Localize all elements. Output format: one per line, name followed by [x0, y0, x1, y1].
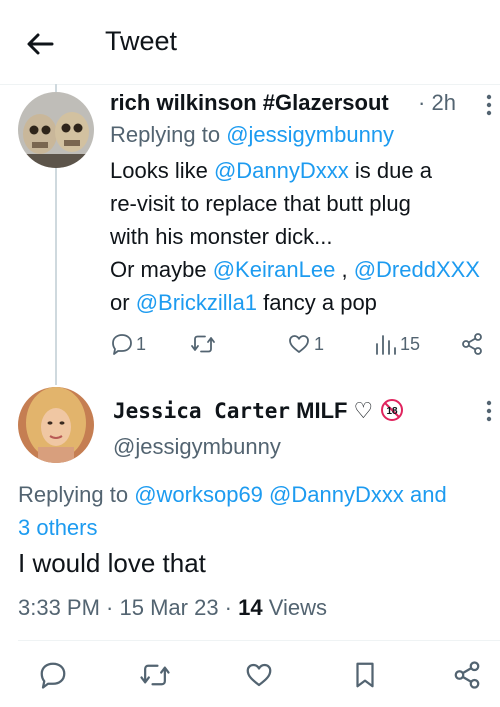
like-button[interactable] [244, 660, 278, 694]
avatar[interactable] [18, 387, 94, 463]
tweet-text-line: with his monster dick... [110, 224, 333, 249]
share-icon [454, 661, 480, 689]
others-link[interactable]: 3 others [18, 515, 98, 540]
author-handle[interactable]: @jessigymbunny [113, 434, 281, 460]
reply-icon [112, 334, 132, 355]
replying-to-label: Replying to [18, 482, 135, 507]
replying-to: Replying to @jessigymbunny [110, 122, 394, 148]
text-span: or [110, 290, 136, 315]
tweet-text: I would love that [18, 548, 206, 578]
bookmark-button[interactable] [350, 660, 384, 694]
text-span: , [335, 257, 354, 282]
reply-timestamp: · 2h [418, 90, 456, 116]
top-bar: Tweet [0, 0, 500, 85]
badge-text: 18 [387, 406, 399, 417]
tweet-meta: 3:33 PM · 15 Mar 23 · 14 Views [18, 595, 327, 621]
text-span: is due a [348, 158, 432, 183]
retweet-button[interactable] [190, 330, 216, 358]
mention-link[interactable]: @DannyDxxx [214, 158, 349, 183]
like-count: 1 [314, 333, 325, 354]
profile-photo-image [18, 387, 94, 463]
reply-button[interactable]: 1 [110, 330, 146, 358]
analytics-icon [376, 335, 396, 355]
heart-icon [246, 663, 272, 687]
skull-avatar-image [18, 92, 94, 168]
name-suffix: MILF ♡ [290, 398, 374, 423]
mention-link[interactable]: @worksop69 [134, 482, 263, 507]
reply-author-name[interactable]: rich wilkinson #Glazersout [110, 90, 389, 116]
share-button[interactable] [460, 330, 484, 358]
mention-link[interactable]: @DannyDxxx [263, 482, 404, 507]
mention-link[interactable]: @jessigymbunny [226, 122, 394, 147]
age-restricted-badge: 18 [381, 399, 404, 427]
divider [18, 640, 500, 641]
heart-icon [289, 335, 309, 353]
share-icon [462, 333, 482, 355]
dot-separator: · [218, 595, 239, 620]
views-number: 14 [238, 595, 263, 620]
no-under-18-icon: 18 [381, 399, 404, 421]
reply-icon [40, 662, 66, 689]
dot-separator: · [99, 595, 120, 620]
retweet-icon [191, 335, 215, 353]
text-span: Or maybe [110, 257, 213, 282]
reply-button[interactable] [38, 660, 72, 694]
reply-time: 2h [431, 90, 456, 115]
reply-count: 1 [136, 333, 147, 354]
replying-to: Replying to @worksop69 @DannyDxxx and [18, 482, 447, 508]
mention-link[interactable]: @DreddXXX [354, 257, 480, 282]
text-span: Looks like [110, 158, 214, 183]
mention-link[interactable]: and [404, 482, 447, 507]
share-button[interactable] [452, 660, 486, 694]
replying-to-others[interactable]: 3 others [18, 515, 98, 541]
like-button[interactable]: 1 [287, 330, 324, 358]
tweet-text-line: re-visit to replace that butt plug [110, 191, 411, 216]
replying-to-label: Replying to [110, 122, 221, 147]
arrow-left-icon [27, 33, 54, 55]
author-name[interactable]: Jessica Carter MILF ♡ 18 [113, 398, 404, 427]
retweet-button[interactable] [139, 660, 173, 694]
thread-line [55, 84, 57, 92]
display-name: Jessica Carter [113, 399, 291, 423]
dot-separator: · [418, 90, 432, 115]
mention-link[interactable]: @Brickzilla1 [136, 290, 257, 315]
more-options-icon[interactable] [486, 94, 492, 116]
page-title: Tweet [105, 26, 178, 56]
more-options-icon[interactable] [486, 400, 492, 422]
tweet-text-line: Or maybe @KeiranLee , @DreddXXX [110, 257, 480, 283]
tweet-text-line: or @Brickzilla1 fancy a pop [110, 290, 377, 316]
mention-link[interactable]: @KeiranLee [213, 257, 336, 282]
avatar[interactable] [18, 92, 94, 168]
views-button[interactable]: 15 [374, 330, 420, 358]
views-label: Views [262, 595, 328, 620]
back-button[interactable] [24, 28, 56, 60]
retweet-icon [140, 664, 170, 686]
views-count: 15 [400, 333, 421, 354]
tweet-time[interactable]: 3:33 PM [18, 595, 100, 620]
bookmark-icon [356, 662, 374, 688]
tweet-text-line: Looks like @DannyDxxx is due a [110, 158, 432, 184]
tweet-date[interactable]: 15 Mar 23 [120, 595, 219, 620]
text-span: fancy a pop [257, 290, 377, 315]
